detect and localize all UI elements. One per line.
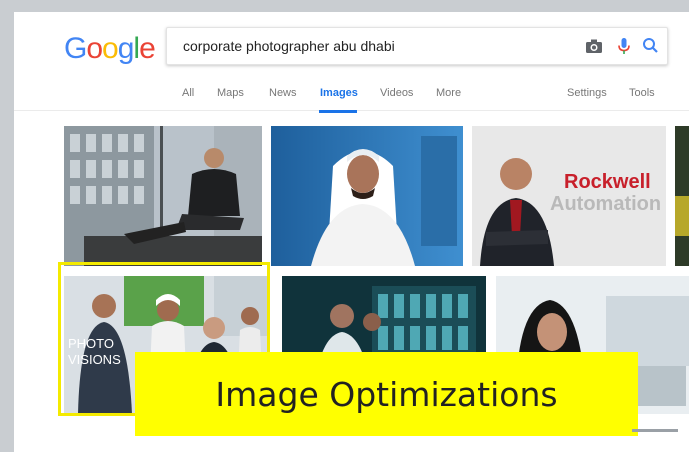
- camera-icon[interactable]: [584, 36, 604, 56]
- search-input[interactable]: corporate photographer abu dhabi: [166, 27, 668, 65]
- logo-letter: o: [102, 32, 119, 65]
- search-icon[interactable]: [641, 36, 661, 56]
- tools-link[interactable]: Tools: [629, 87, 655, 99]
- scroll-indicator: [632, 429, 678, 432]
- rockwell-sign: Rockwell: [564, 171, 651, 193]
- tab-images[interactable]: Images: [320, 87, 358, 99]
- tab-news[interactable]: News: [269, 87, 297, 99]
- google-logo[interactable]: Google: [64, 32, 156, 66]
- image-result-executive-office[interactable]: [64, 126, 262, 266]
- logo-letter: G: [64, 32, 87, 65]
- logo-letter: e: [139, 32, 156, 65]
- search-tabs-bar: All Maps News Images Videos More Setting…: [14, 70, 689, 111]
- logo-letter: o: [86, 32, 103, 65]
- image-result-partial[interactable]: [675, 126, 689, 266]
- image-result-rockwell-executive[interactable]: Rockwell Automation: [472, 126, 666, 266]
- active-tab-indicator: [319, 110, 357, 113]
- image-result-emirati-man[interactable]: [271, 126, 463, 266]
- tab-videos[interactable]: Videos: [380, 87, 413, 99]
- logo-letter: g: [117, 32, 135, 65]
- tab-all[interactable]: All: [182, 87, 194, 99]
- svg-text:Automation: Automation: [550, 193, 661, 215]
- tab-maps[interactable]: Maps: [217, 87, 244, 99]
- search-query-text[interactable]: corporate photographer abu dhabi: [183, 38, 395, 54]
- image-optimizations-caption: Image Optimizations: [135, 352, 638, 436]
- microphone-icon[interactable]: [614, 36, 634, 56]
- settings-link[interactable]: Settings: [567, 87, 607, 99]
- screenshot-frame: Google corporate photographer abu dhabi: [14, 12, 689, 452]
- tab-more[interactable]: More: [436, 87, 461, 99]
